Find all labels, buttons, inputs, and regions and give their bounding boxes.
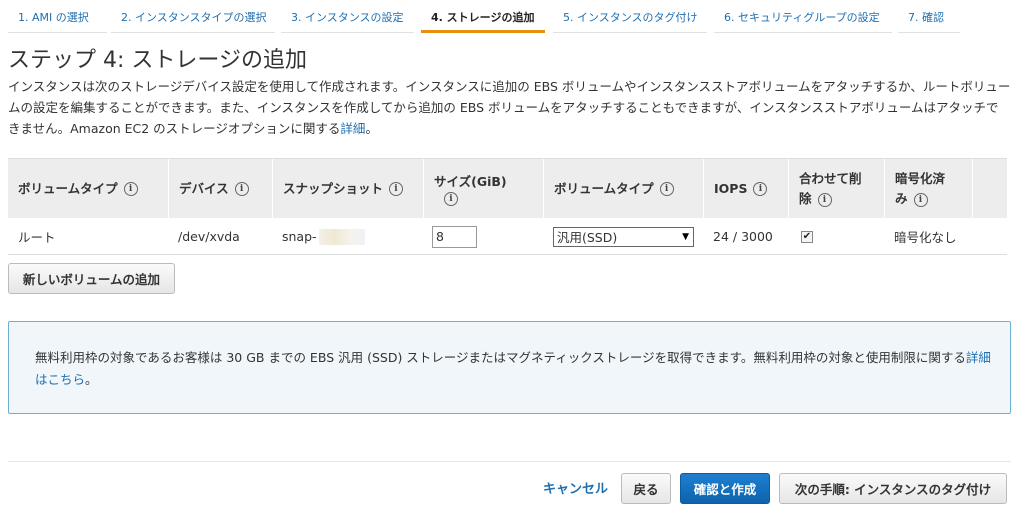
header-ebs-volume-type: ボリュームタイプ i [543,159,703,219]
header-encrypted: 暗号化済 みi [884,159,972,219]
cancel-link[interactable]: キャンセル [543,478,608,497]
header-snapshot: スナップショット i [272,159,423,219]
info-icon[interactable]: i [123,182,138,196]
info-icon[interactable]: i [753,182,768,196]
page-title: ステップ 4: ストレージの追加 [8,48,307,73]
cell-iops: 24 / 3000 [713,229,773,244]
table-row: ルート /dev/xvda snap- 汎用(SSD) ▼ 24 / 3000 … [8,218,1007,255]
cell-device: /dev/xvda [178,229,240,244]
cell-snapshot: snap- [282,218,365,255]
header-delete-on-termination: 合わせて削 除i [788,159,884,219]
header-volume-type: ボリュームタイプ i [8,159,168,219]
delete-on-termination-checkbox[interactable]: ✔ [801,230,813,243]
header-iops: IOPS i [703,159,788,219]
free-tier-notice: 無料利用枠の対象であるお客様は 30 GB までの EBS 汎用 (SSD) ス… [8,321,1011,414]
review-and-launch-button[interactable]: 確認と作成 [680,473,770,504]
page-description: インスタンスは次のストレージデバイス設定を使用して作成されます。インスタンスに追… [8,76,1011,139]
cell-delete-on-termination: ✔ [801,218,813,255]
cell-size [432,218,477,255]
cell-volume-type: ルート [18,230,56,245]
info-icon[interactable]: i [389,182,404,196]
header-device: デバイス i [168,159,272,219]
tab-security-group[interactable]: 6. セキュリティグループの設定 [714,4,892,33]
info-icon[interactable]: i [659,182,674,196]
footer-divider [8,461,1011,462]
info-icon[interactable]: i [817,192,832,207]
wizard-steps: 1. AMI の選択 2. インスタンスタイプの選択 3. インスタンスの設定 … [0,0,1019,36]
info-icon[interactable]: i [444,192,458,206]
header-spacer [972,159,1007,219]
details-link[interactable]: 詳細 [340,121,365,136]
description-text: インスタンスは次のストレージデバイス設定を使用して作成されます。インスタンスに追… [8,79,1011,136]
volume-type-select[interactable]: 汎用(SSD) ▼ [553,226,694,247]
tab-review[interactable]: 7. 確認 [898,4,960,33]
header-size: サイズ(GiB) i [423,159,543,219]
size-input[interactable] [432,225,477,248]
volume-type-selected: 汎用(SSD) [557,230,618,245]
snapshot-id: snap- [282,229,317,244]
dropdown-arrow-icon: ▼ [682,231,689,242]
cell-encrypted: 暗号化なし [894,230,957,245]
tab-instance-config[interactable]: 3. インスタンスの設定 [281,4,414,33]
next-tags-button[interactable]: 次の手順: インスタンスのタグ付け [779,473,1007,504]
info-icon[interactable]: i [234,182,249,196]
notice-text: 無料利用枠の対象であるお客様は 30 GB までの EBS 汎用 (SSD) ス… [35,350,991,387]
add-volume-button[interactable]: 新しいボリュームの追加 [8,263,175,294]
tab-ami[interactable]: 1. AMI の選択 [8,4,107,33]
tab-tags[interactable]: 5. インスタンスのタグ付け [553,4,707,33]
back-button[interactable]: 戻る [621,473,671,504]
snapshot-redacted [318,228,365,245]
info-icon[interactable]: i [913,192,928,207]
tab-instance-type[interactable]: 2. インスタンスタイプの選択 [111,4,275,33]
description-end: 。 [365,121,378,136]
tab-storage[interactable]: 4. ストレージの追加 [421,4,545,33]
cell-ebs-type: 汎用(SSD) ▼ [553,218,694,255]
storage-table-header: ボリュームタイプ i デバイス i スナップショット i サイズ(GiB) i ボリュ… [8,158,1007,219]
